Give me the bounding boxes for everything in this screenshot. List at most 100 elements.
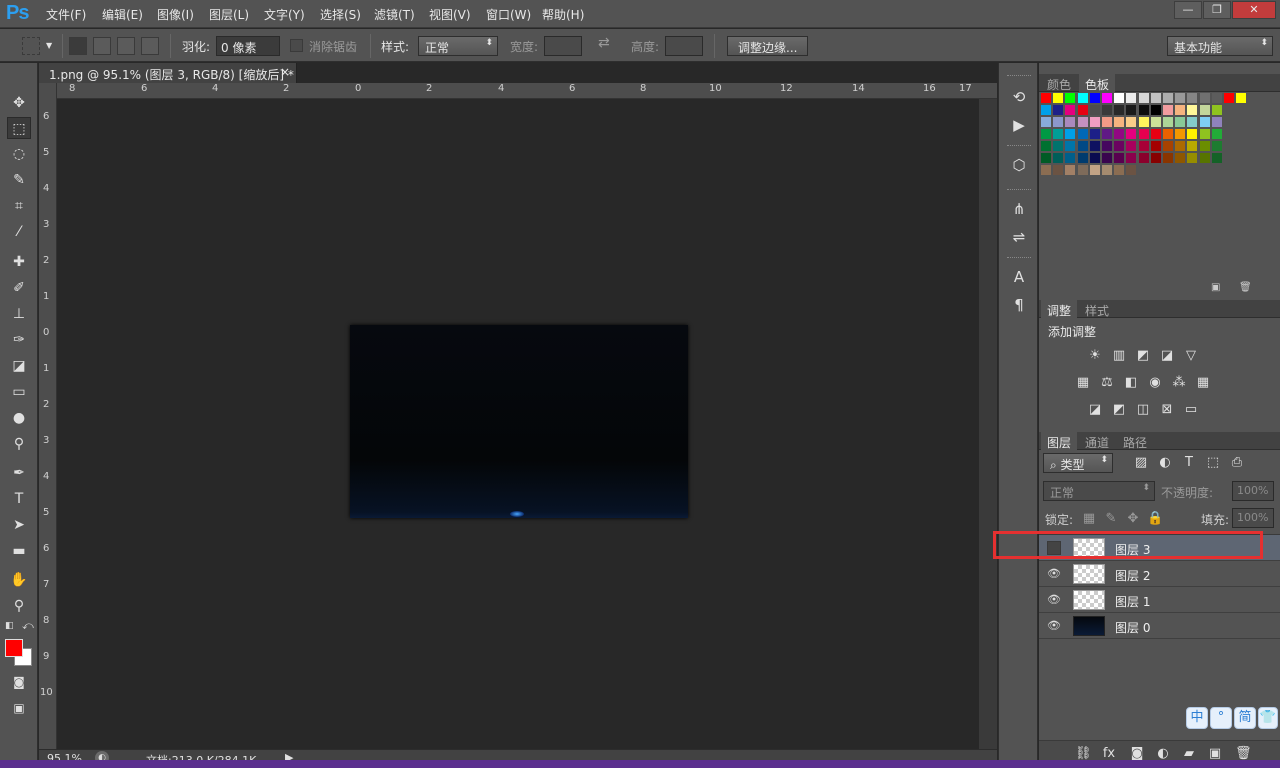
- layer-name[interactable]: 图层 2: [1115, 567, 1150, 584]
- color-swatch[interactable]: [1126, 165, 1137, 175]
- exposure-icon[interactable]: ◪: [1159, 348, 1175, 364]
- new-selection-icon[interactable]: [69, 37, 87, 55]
- color-swatch[interactable]: [1102, 165, 1112, 175]
- character-icon[interactable]: A: [1009, 267, 1029, 287]
- color-swatch[interactable]: [1126, 141, 1137, 151]
- ime-skin-button[interactable]: 👕: [1258, 707, 1278, 729]
- quick-select-tool-icon[interactable]: ✎: [7, 169, 31, 191]
- rectangle-tool-icon[interactable]: ▬: [7, 540, 31, 562]
- color-swatch[interactable]: [1187, 141, 1198, 151]
- grip[interactable]: [1007, 145, 1031, 147]
- color-swatch[interactable]: [1114, 117, 1125, 127]
- grip[interactable]: [1007, 257, 1031, 259]
- chevron-down-icon[interactable]: ▼: [46, 41, 52, 50]
- color-swatch[interactable]: [1126, 153, 1137, 163]
- color-swatch[interactable]: [1114, 141, 1125, 151]
- color-swatch[interactable]: [1053, 93, 1064, 103]
- vertical-scrollbar[interactable]: [979, 99, 997, 749]
- fill-input[interactable]: 100%: [1232, 508, 1274, 528]
- color-swatch[interactable]: [1138, 93, 1149, 103]
- color-swatch[interactable]: [1041, 153, 1051, 163]
- color-swatch[interactable]: [1077, 165, 1088, 175]
- tab-swatches[interactable]: 色板: [1079, 74, 1116, 92]
- color-swatch[interactable]: [1077, 117, 1088, 127]
- color-swatch[interactable]: [1102, 105, 1112, 115]
- color-swatch[interactable]: [1065, 165, 1076, 175]
- color-swatch[interactable]: [1065, 129, 1076, 139]
- refine-edge-button[interactable]: 调整边缘...: [727, 36, 809, 56]
- marquee-preset-icon[interactable]: [22, 37, 40, 55]
- tab-paths[interactable]: 路径: [1117, 434, 1153, 451]
- pixel-filter-icon[interactable]: ▨: [1133, 455, 1149, 471]
- color-swatch[interactable]: [1175, 141, 1186, 151]
- color-balance-icon[interactable]: ⚖: [1099, 375, 1115, 391]
- vibrance-icon[interactable]: ▽: [1183, 348, 1199, 364]
- color-swatch[interactable]: [1211, 141, 1222, 151]
- adjust-filter-icon[interactable]: ◐: [1157, 455, 1173, 471]
- color-swatch[interactable]: [1114, 105, 1125, 115]
- layer-row[interactable]: 👁 图层 0: [1039, 613, 1280, 639]
- color-swatch[interactable]: [1089, 117, 1100, 127]
- gradient-map-icon[interactable]: ▭: [1183, 402, 1199, 418]
- color-swatch[interactable]: [1150, 93, 1161, 103]
- eyedropper-tool-icon[interactable]: ⁄: [7, 221, 31, 243]
- threshold-icon[interactable]: ◫: [1135, 402, 1151, 418]
- color-swatch[interactable]: [1102, 153, 1112, 163]
- hand-tool-icon[interactable]: ✋: [7, 569, 31, 591]
- new-swatch-icon[interactable]: ▣: [1211, 282, 1220, 293]
- color-swatch[interactable]: [1175, 153, 1186, 163]
- color-swatch[interactable]: [1187, 129, 1198, 139]
- healing-brush-tool-icon[interactable]: ✚: [7, 251, 31, 273]
- color-swatch[interactable]: [1163, 117, 1173, 127]
- color-swatch[interactable]: [1053, 105, 1064, 115]
- document-tab[interactable]: 1.png @ 95.1% (图层 3, RGB/8) [缩放后] * ×: [39, 63, 297, 83]
- eye-icon[interactable]: 👁: [1047, 593, 1061, 607]
- color-swatch[interactable]: [1199, 93, 1210, 103]
- antialias-checkbox[interactable]: [290, 39, 303, 52]
- color-swatch[interactable]: [1199, 153, 1210, 163]
- color-swatch[interactable]: [1065, 105, 1076, 115]
- color-swatch[interactable]: [1114, 93, 1125, 103]
- menu-view[interactable]: 视图(V): [429, 6, 471, 23]
- color-swatch[interactable]: [1150, 153, 1161, 163]
- color-swatch[interactable]: [1211, 117, 1222, 127]
- foreground-color-swatch[interactable]: [5, 639, 23, 657]
- tab-layers[interactable]: 图层: [1041, 432, 1078, 450]
- eraser-tool-icon[interactable]: ◪: [7, 355, 31, 377]
- canvas-image[interactable]: [350, 325, 688, 518]
- color-swatch[interactable]: [1065, 141, 1076, 151]
- color-swatch[interactable]: [1053, 141, 1064, 151]
- color-swatch[interactable]: [1211, 105, 1222, 115]
- 3d-icon[interactable]: ⬡: [1009, 155, 1029, 175]
- color-swatch[interactable]: [1065, 117, 1076, 127]
- menu-edit[interactable]: 编辑(E): [102, 6, 143, 23]
- color-swatch[interactable]: [1041, 117, 1051, 127]
- swap-colors-icon[interactable]: ⤺: [22, 619, 34, 633]
- swatch-grid[interactable]: [1039, 92, 1247, 176]
- color-lookup-icon[interactable]: ▦: [1195, 375, 1211, 391]
- color-swatch[interactable]: [1138, 129, 1149, 139]
- color-swatch[interactable]: [1211, 93, 1222, 103]
- gradient-tool-icon[interactable]: ▭: [7, 381, 31, 403]
- actions-icon[interactable]: ▶: [1009, 115, 1029, 135]
- color-swatch[interactable]: [1199, 141, 1210, 151]
- screen-mode-icon[interactable]: ▣: [7, 697, 31, 719]
- layer-row[interactable]: 👁 图层 1: [1039, 587, 1280, 613]
- zoom-tool-icon[interactable]: ⚲: [7, 595, 31, 617]
- tab-adjustments[interactable]: 调整: [1041, 300, 1078, 318]
- brightness-icon[interactable]: ☀: [1087, 348, 1103, 364]
- tab-styles[interactable]: 样式: [1079, 302, 1115, 319]
- height-input[interactable]: [665, 36, 703, 56]
- subtract-selection-icon[interactable]: [117, 37, 135, 55]
- color-swatch[interactable]: [1114, 129, 1125, 139]
- menu-file[interactable]: 文件(F): [46, 6, 86, 23]
- color-swatch[interactable]: [1102, 117, 1112, 127]
- color-swatch[interactable]: [1077, 141, 1088, 151]
- color-swatch[interactable]: [1138, 153, 1149, 163]
- selective-color-icon[interactable]: ⊠: [1159, 402, 1175, 418]
- quick-mask-icon[interactable]: ◙: [7, 671, 31, 693]
- menu-filter[interactable]: 滤镜(T): [374, 6, 415, 23]
- color-swatch[interactable]: [1041, 141, 1051, 151]
- tool-presets-icon[interactable]: ⇌: [1009, 227, 1029, 247]
- workspace-select[interactable]: 基本功能 ⬍: [1167, 36, 1273, 56]
